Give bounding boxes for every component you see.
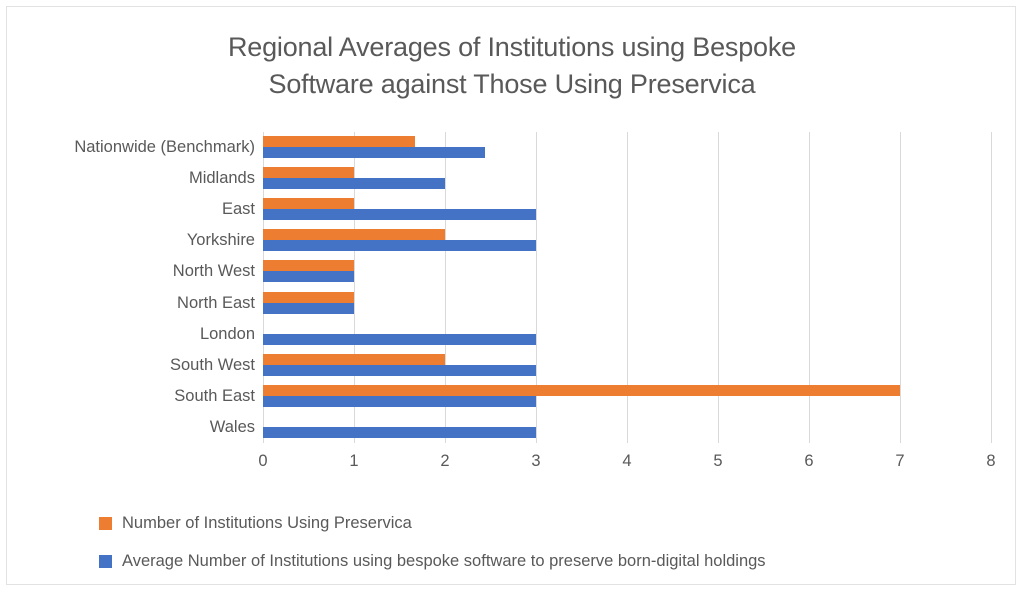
legend-swatch-bespoke — [99, 554, 112, 568]
bar-group — [263, 163, 991, 194]
bar-bespoke[interactable] — [263, 333, 536, 345]
x-axis-tick-label: 0 — [258, 452, 268, 470]
x-axis-tick-label: 2 — [440, 452, 450, 470]
y-axis-label: Yorkshire — [186, 231, 255, 250]
x-axis-tick-label: 4 — [622, 452, 632, 470]
y-axis-label: South East — [174, 386, 255, 405]
bar-group — [263, 132, 991, 163]
bar-bespoke[interactable] — [263, 178, 445, 190]
gridline-8 — [991, 132, 992, 443]
y-axis-label: South West — [170, 355, 255, 374]
bar-preservica[interactable] — [263, 384, 900, 396]
bar-bespoke[interactable] — [263, 364, 536, 376]
y-axis-label: Wales — [209, 417, 255, 436]
bar-group — [263, 412, 991, 443]
chart-title-line-2: Software against Those Using Preservica — [268, 69, 756, 99]
bar-bespoke[interactable] — [263, 395, 536, 407]
bar-bespoke[interactable] — [263, 209, 536, 221]
bar-group — [263, 194, 991, 225]
chart-title: Regional Averages of Institutions using … — [67, 29, 957, 103]
y-axis-category-labels: Nationwide (Benchmark) Midlands East Yorksh… — [17, 132, 255, 443]
legend-entry[interactable]: Number of Institutions Using Preservica — [99, 507, 999, 539]
plot-area — [263, 132, 992, 443]
bar-group — [263, 381, 991, 412]
legend-label: Average Number of Institutions using bes… — [122, 552, 766, 570]
x-axis-tick-label: 1 — [349, 452, 359, 470]
bar-preservica[interactable] — [263, 229, 445, 241]
y-axis-label: London — [199, 324, 255, 343]
x-axis-tick-label: 6 — [804, 452, 814, 470]
bar-group — [263, 350, 991, 381]
legend-label: Number of Institutions Using Preservica — [122, 514, 412, 532]
bar-group — [263, 225, 991, 256]
x-axis-tick-labels: 0 1 2 3 4 5 6 7 8 — [258, 450, 995, 478]
bar-bespoke[interactable] — [263, 302, 354, 314]
bar-bespoke[interactable] — [263, 271, 354, 283]
bar-preservica[interactable] — [263, 198, 354, 210]
bar-group — [263, 256, 991, 287]
bar-group — [263, 288, 991, 319]
bar-bespoke[interactable] — [263, 240, 536, 252]
bar-preservica[interactable] — [263, 291, 354, 303]
chart-legend: Number of Institutions Using Preservica A… — [99, 507, 999, 583]
bar-bespoke[interactable] — [263, 147, 486, 158]
chart-title-line-1: Regional Averages of Institutions using … — [228, 32, 796, 62]
bar-group — [263, 319, 991, 350]
x-axis-tick-label: 7 — [895, 452, 905, 470]
y-axis-label: Midlands — [188, 169, 255, 188]
x-axis-tick-label: 3 — [531, 452, 541, 470]
x-axis-tick-label: 8 — [986, 452, 996, 470]
y-axis-label: North East — [177, 293, 255, 312]
y-axis-label: East — [221, 200, 255, 219]
bar-preservica[interactable] — [263, 353, 445, 365]
chart-container: Regional Averages of Institutions using … — [6, 6, 1016, 585]
legend-entry[interactable]: Average Number of Institutions using bes… — [99, 545, 999, 577]
bar-bespoke[interactable] — [263, 426, 536, 438]
x-axis-tick-label: 5 — [713, 452, 723, 470]
y-axis-label: Nationwide (Benchmark) — [74, 138, 255, 156]
bar-preservica[interactable] — [263, 260, 354, 272]
y-axis-label: North West — [172, 262, 255, 281]
bar-preservica[interactable] — [263, 167, 354, 179]
bar-preservica[interactable] — [263, 136, 415, 147]
legend-swatch-preservica — [99, 516, 112, 530]
